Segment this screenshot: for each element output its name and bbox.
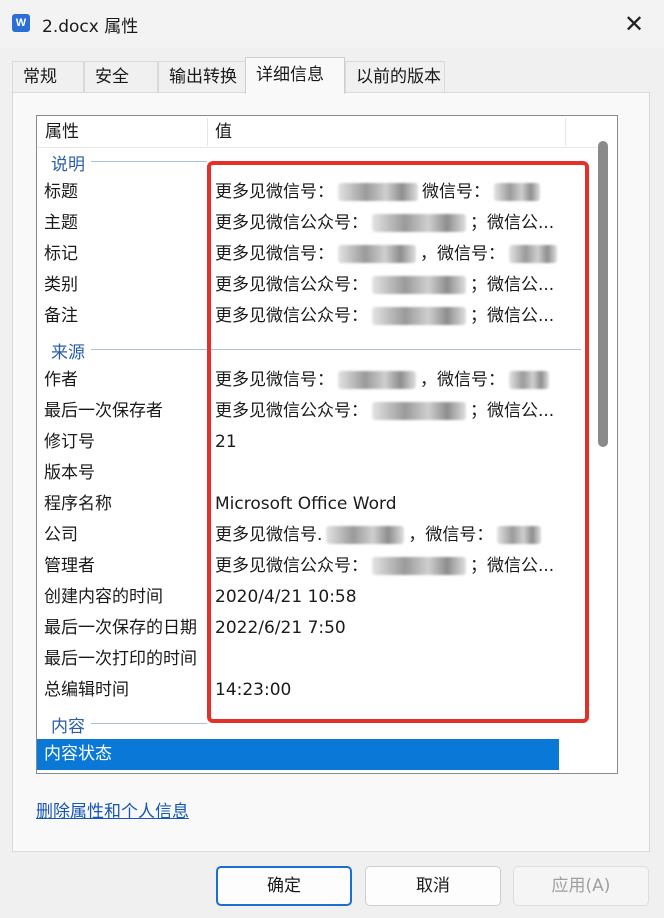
property-name: 最后一次打印的时间 <box>44 649 197 669</box>
property-name: 内容状态 <box>37 739 559 770</box>
word-document-icon: W <box>12 14 30 32</box>
column-divider[interactable] <box>565 118 566 146</box>
tab-output-convert[interactable]: 输出转换 <box>158 61 246 93</box>
column-divider[interactable] <box>207 118 208 146</box>
close-icon: ✕ <box>623 10 645 38</box>
group-divider <box>91 723 207 724</box>
remove-properties-link[interactable]: 删除属性和个人信息 <box>36 797 189 822</box>
tab-security[interactable]: 安全 <box>84 61 158 93</box>
tab-details[interactable]: 详细信息 <box>245 57 345 94</box>
property-name: 备注 <box>44 306 78 326</box>
close-button[interactable]: ✕ <box>612 6 656 42</box>
column-header: 属性 值 <box>37 116 597 148</box>
group-header-origin: 来源 <box>51 343 85 363</box>
title-bar: W 2.docx 属性 ✕ <box>0 0 664 48</box>
property-name: 版本号 <box>44 463 95 483</box>
property-name: 程序名称 <box>44 494 112 514</box>
group-header-content: 内容 <box>51 717 85 737</box>
red-highlight-annotation <box>207 161 589 723</box>
property-name: 管理者 <box>44 556 95 576</box>
window-title: 2.docx 属性 <box>42 17 139 37</box>
tab-previous-versions[interactable]: 以前的版本 <box>345 61 445 93</box>
scrollbar-thumb[interactable] <box>598 141 608 447</box>
property-name: 总编辑时间 <box>44 680 129 700</box>
column-header-property[interactable]: 属性 <box>45 116 79 148</box>
property-name: 类别 <box>44 275 78 295</box>
group-header-description: 说明 <box>51 155 85 175</box>
property-name: 主题 <box>44 213 78 233</box>
property-name: 标题 <box>44 182 78 202</box>
group-divider <box>91 161 207 162</box>
apply-button[interactable]: 应用(A) <box>513 866 649 906</box>
property-name: 最后一次保存者 <box>44 401 163 421</box>
ok-button[interactable]: 确定 <box>216 866 352 906</box>
property-name: 作者 <box>44 370 78 390</box>
property-name: 修订号 <box>44 432 95 452</box>
property-name: 创建内容的时间 <box>44 587 163 607</box>
column-header-value[interactable]: 值 <box>215 116 232 148</box>
property-name: 公司 <box>44 525 78 545</box>
tab-general[interactable]: 常规 <box>12 61 84 93</box>
cancel-button[interactable]: 取消 <box>365 866 501 906</box>
property-name: 标记 <box>44 244 78 264</box>
property-name: 最后一次保存的日期 <box>44 618 197 638</box>
list-item-selected[interactable]: 内容状态 <box>37 739 597 770</box>
